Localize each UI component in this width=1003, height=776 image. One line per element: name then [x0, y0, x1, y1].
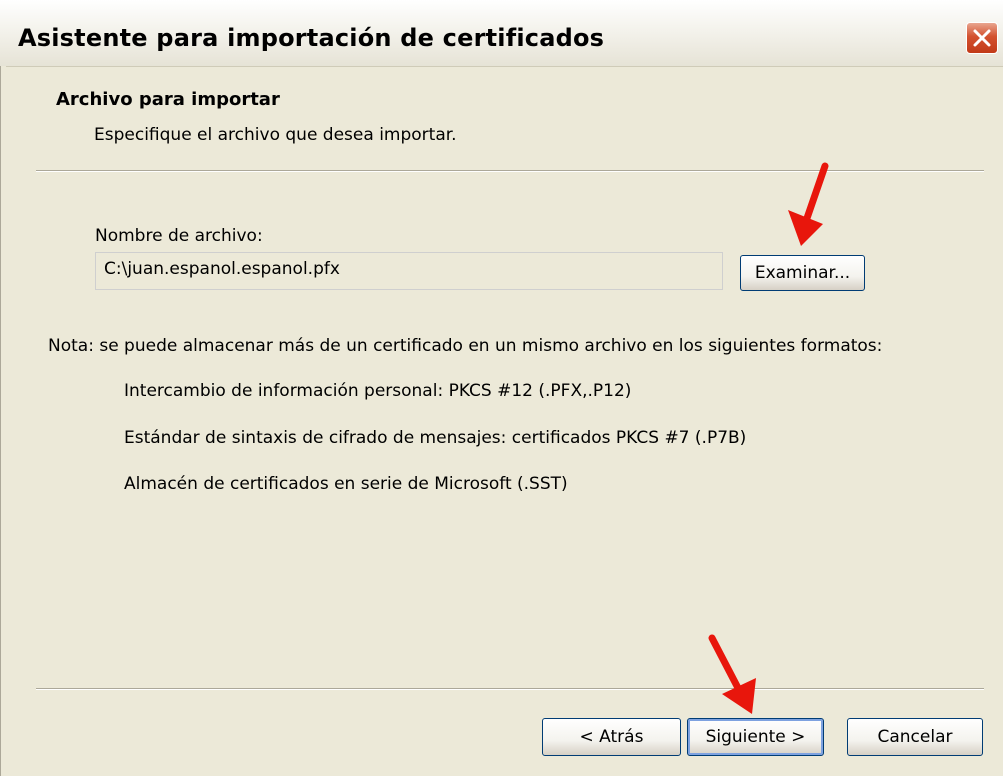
footer-separator: [36, 688, 984, 690]
back-button[interactable]: < Atrás: [542, 718, 681, 756]
red-arrow-icon: [708, 634, 756, 714]
window-title: Asistente para importación de certificad…: [18, 24, 605, 52]
red-arrow-icon: [788, 162, 829, 246]
page-subtitle: Especifique el archivo que desea importa…: [94, 125, 457, 145]
format-item: Almacén de certificados en serie de Micr…: [124, 474, 568, 494]
note-text: Nota: se puede almacenar más de un certi…: [48, 336, 883, 356]
page-title: Archivo para importar: [56, 89, 280, 110]
import-wizard-window: Asistente para importación de certificad…: [0, 0, 1003, 776]
file-name-input[interactable]: C:\juan.espanol.espanol.pfx: [95, 252, 723, 290]
browse-button[interactable]: Examinar...: [740, 255, 865, 291]
cancel-button[interactable]: Cancelar: [847, 718, 983, 756]
next-button[interactable]: Siguiente >: [687, 718, 824, 756]
title-bar: Asistente para importación de certificad…: [0, 0, 1003, 67]
window-left-border: [0, 66, 6, 776]
close-icon: [973, 29, 991, 47]
format-item: Estándar de sintaxis de cifrado de mensa…: [124, 428, 747, 448]
file-name-label: Nombre de archivo:: [95, 226, 263, 246]
format-item: Intercambio de información personal: PKC…: [124, 381, 632, 401]
close-button[interactable]: [966, 22, 998, 54]
